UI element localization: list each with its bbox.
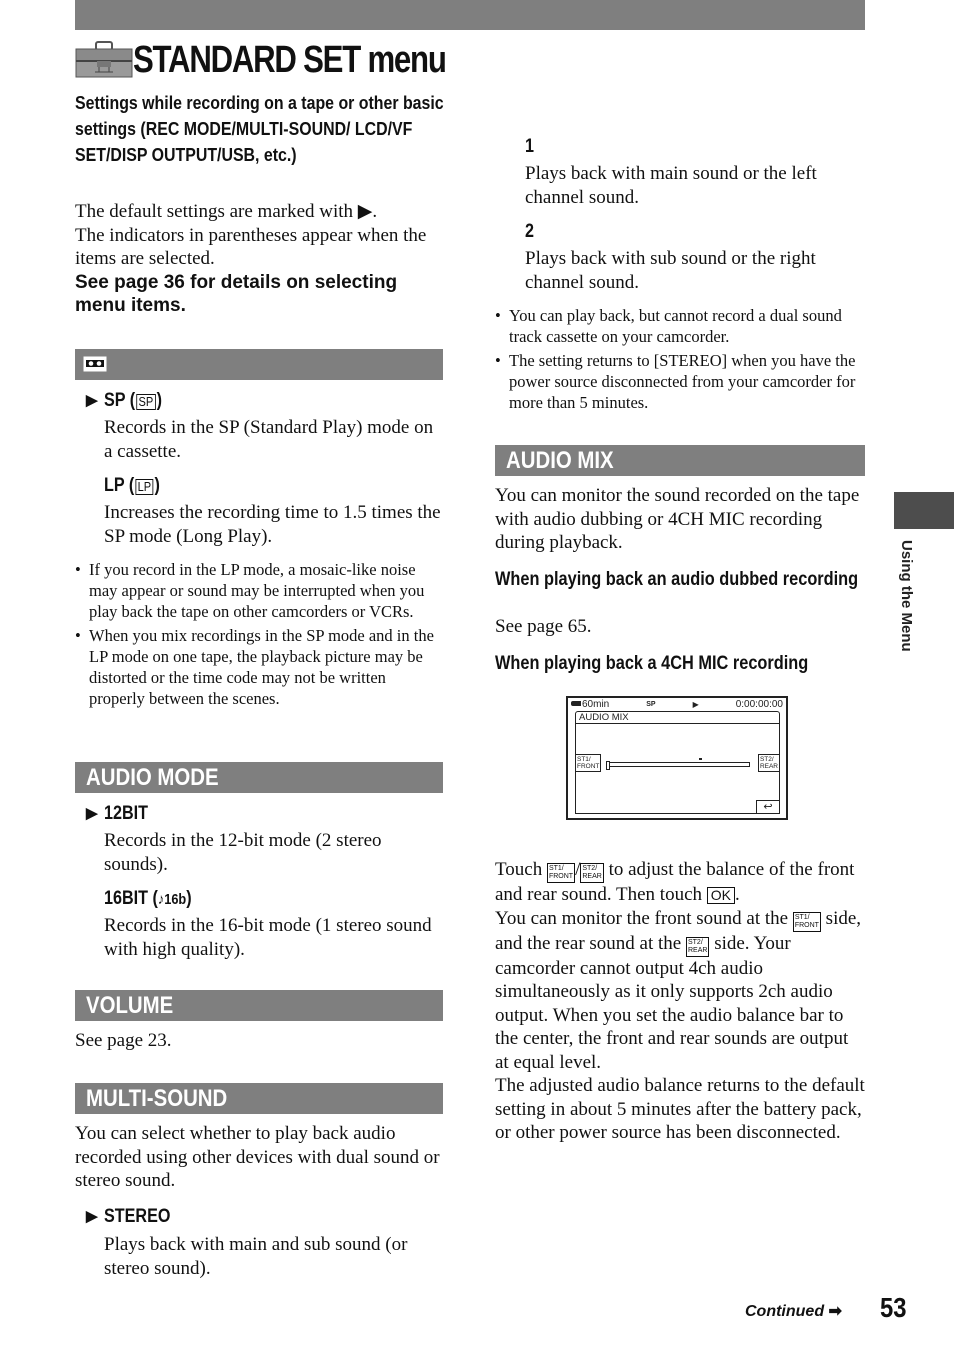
continued-label: Continued ➡ — [745, 1303, 842, 1320]
cassette-icon — [83, 349, 107, 380]
balance-center-marker — [698, 758, 702, 760]
option-1: 1 — [525, 136, 534, 157]
16bit-indicator: ♪16b — [157, 891, 187, 908]
audio-mix-screen: 60min SP ▶ 0:00:00:00 AUDIO MIX ST1/ FRO… — [566, 696, 788, 820]
section-header-audio-mix: AUDIO MIX — [495, 445, 865, 476]
st1-front-inline-icon: ST1/FRONT — [792, 911, 821, 932]
audio-mix-subheading-4ch: When playing back a 4CH MIC recording — [495, 653, 809, 674]
balance-bar[interactable] — [606, 758, 750, 770]
option-sp-desc: Records in the SP (Standard Play) mode o… — [104, 417, 434, 462]
section-header-volume: VOLUME — [75, 990, 443, 1021]
st2-rear-inline-icon: ST2/REAR — [580, 863, 604, 883]
section-header-audio-mode: AUDIO MODE — [75, 762, 443, 793]
option-lp-desc: Increases the recording time to 1.5 time… — [104, 502, 441, 547]
header-bar — [75, 0, 865, 30]
note-item: You can play back, but cannot record a d… — [495, 305, 865, 347]
intro-line-2: The indicators in parentheses appear whe… — [75, 224, 427, 270]
default-marker-icon: ▶ — [86, 392, 98, 409]
volume-reference: See page 23. — [75, 1030, 172, 1051]
screen-panel: AUDIO MIX ST1/ FRONT ST2/ REAR ↩ — [575, 711, 780, 814]
screen-status-bar: 60min SP ▶ 0:00:00:00 — [571, 699, 783, 710]
option-2: 2 — [525, 221, 534, 242]
option-16bit: 16BIT (♪16b) — [104, 888, 192, 909]
multi-sound-intro: You can select whether to play back audi… — [75, 1123, 440, 1191]
section-header-multi-sound: MULTI-SOUND — [75, 1083, 443, 1114]
default-marker-icon: ▶ — [86, 1208, 98, 1225]
battery-icon — [571, 701, 581, 706]
return-icon: ↩ — [763, 801, 773, 813]
sp-indicator: SP — [135, 394, 156, 410]
st2-rear-button[interactable]: ST2/ REAR — [757, 754, 780, 772]
option-stereo-desc: Plays back with main and sub sound (or s… — [104, 1234, 408, 1279]
audio-mix-subheading-dubbed: When playing back an audio dubbed record… — [495, 569, 859, 590]
lp-indicator: LP — [135, 479, 154, 495]
option-2-desc: Plays back with sub sound or the right c… — [525, 248, 816, 293]
audio-mix-dubbed-reference: See page 65. — [495, 616, 592, 637]
return-button[interactable]: ↩ — [756, 800, 780, 814]
sp-mode-icon: SP — [646, 701, 656, 708]
note-item: If you record in the LP mode, a mosaic-l… — [75, 559, 445, 622]
side-tab-label: Using the Menu — [898, 540, 915, 652]
multi-sound-notes: You can play back, but cannot record a d… — [495, 305, 865, 416]
intro-reference: See page 36 for details on selecting men… — [75, 271, 398, 316]
intro-line-1: The default settings are marked with ▶. — [75, 201, 378, 222]
rec-mode-notes: If you record in the LP mode, a mosaic-l… — [75, 559, 445, 712]
option-12bit: ▶ 12BIT — [86, 803, 148, 824]
arrow-right-icon: ➡ — [828, 1303, 842, 1320]
screen-title: AUDIO MIX — [576, 712, 779, 724]
balance-slider-handle[interactable] — [606, 761, 610, 770]
page-subtitle: Settings while recording on a tape or ot… — [75, 92, 444, 165]
ok-inline-icon: OK — [706, 887, 735, 904]
option-16bit-desc: Records in the 16-bit mode (1 stereo sou… — [104, 915, 432, 960]
side-tab — [894, 492, 954, 529]
audio-mix-instructions: Touch ST1/FRONT / ST2/REAR to adjust the b… — [495, 859, 865, 1143]
page-number: 53 — [880, 1292, 907, 1323]
timecode: 0:00:00:00 — [735, 699, 783, 710]
st1-front-inline-icon: ST1/FRONT — [546, 863, 576, 883]
intro: The default settings are marked with ▶. … — [75, 200, 445, 317]
note-item: When you mix recordings in the SP mode a… — [75, 625, 445, 709]
default-marker-icon: ▶ — [86, 805, 98, 822]
section-header-rec-mode: REC MODE (Recording mode) — [75, 349, 443, 412]
option-12bit-desc: Records in the 12-bit mode (2 stereo sou… — [104, 830, 382, 875]
audio-mix-intro: You can monitor the sound recorded on th… — [495, 485, 860, 553]
option-sp: ▶ SP (SP) — [86, 390, 163, 411]
option-lp: LP (LP) — [104, 475, 160, 496]
page-title: STANDARD SET menu — [75, 38, 514, 82]
option-stereo: ▶ STEREO — [86, 1206, 171, 1227]
option-1-desc: Plays back with main sound or the left c… — [525, 163, 817, 208]
play-icon: ▶ — [692, 700, 699, 709]
battery-indicator: 60min — [571, 699, 609, 710]
note-item: The setting returns to [STEREO] when you… — [495, 350, 865, 413]
st1-front-button[interactable]: ST1/ FRONT — [575, 754, 602, 772]
st2-rear-inline-icon: ST2/REAR — [685, 936, 710, 957]
toolbox-icon — [75, 41, 133, 78]
